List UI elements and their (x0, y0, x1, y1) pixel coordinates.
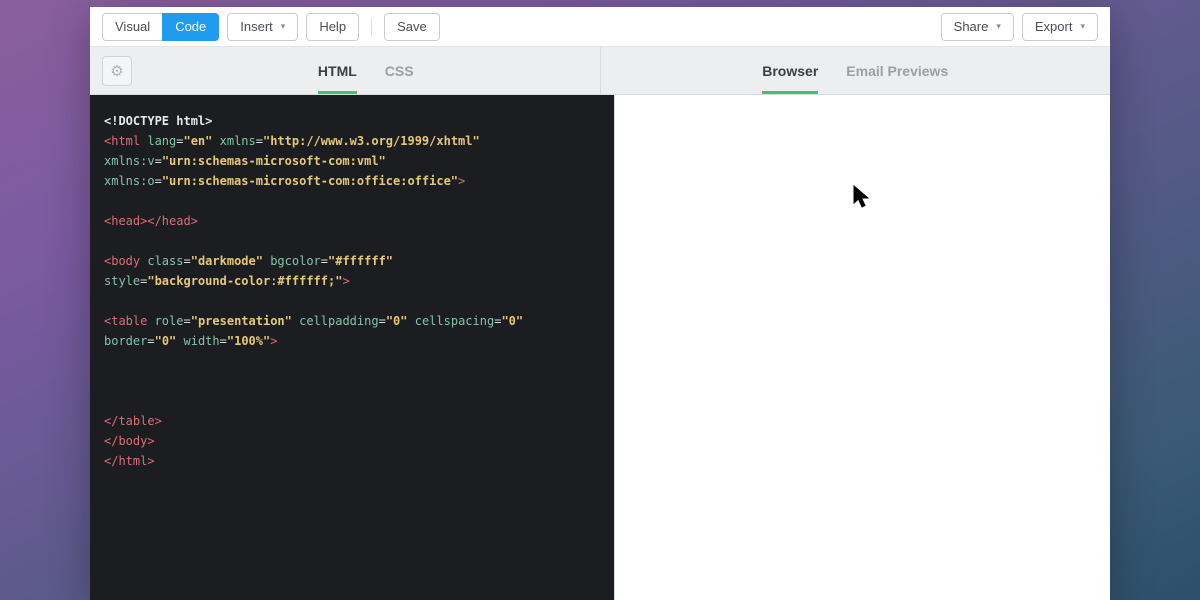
eq-token: = (147, 334, 154, 348)
attr-token: class (140, 254, 183, 268)
cursor-pointer-icon (853, 185, 871, 215)
eq-token: = (183, 314, 190, 328)
code-line: </table> (104, 411, 524, 431)
app-window: Visual Code Insert ▾ Help Save Share ▾ E… (90, 7, 1110, 600)
tag-token: </head> (147, 214, 198, 228)
settings-button[interactable]: ⚙ (102, 56, 132, 86)
val-token: "presentation" (191, 314, 292, 328)
attr-token: bgcolor (263, 254, 321, 268)
subheader-left: ⚙ HTML CSS (90, 47, 601, 94)
code-editor[interactable]: <!DOCTYPE html> <html lang="en" xmlns="h… (90, 95, 615, 600)
tag-token: <table (104, 314, 147, 328)
eq-token: = (379, 314, 386, 328)
val-token: "urn:schemas-microsoft-com:office:office… (162, 174, 458, 188)
attr-token: cellspacing (408, 314, 495, 328)
val-token: #ffffff;" (277, 274, 342, 288)
val-token: "urn:schemas-microsoft-com:vml" (162, 154, 386, 168)
code-line: <table role="presentation" cellpadding="… (104, 311, 524, 351)
toolbar-divider (371, 18, 372, 36)
chevron-down-icon: ▾ (996, 21, 1001, 32)
code-button[interactable]: Code (162, 13, 219, 41)
tag-token: > (342, 274, 349, 288)
export-label: Export (1035, 19, 1073, 34)
eq-token: = (155, 174, 162, 188)
chevron-down-icon: ▾ (281, 21, 286, 32)
blank-line (104, 351, 600, 371)
help-button[interactable]: Help (306, 13, 359, 41)
tab-email-previews[interactable]: Email Previews (846, 47, 948, 94)
code-line: <body class="darkmode" bgcolor="#ffffff"… (104, 251, 524, 291)
share-label: Share (954, 19, 989, 34)
val-token: "0" (155, 334, 177, 348)
tag-token: > (270, 334, 277, 348)
tab-browser[interactable]: Browser (762, 47, 818, 94)
tag-token: <head> (104, 214, 147, 228)
blank-line (104, 371, 600, 391)
insert-button[interactable]: Insert ▾ (227, 13, 298, 41)
code-line: <html lang="en" xmlns="http://www.w3.org… (104, 131, 524, 191)
val-token: "#ffffff" (328, 254, 393, 268)
val-token: "en" (183, 134, 212, 148)
code-line: </body> (104, 431, 524, 451)
blank-line (104, 291, 600, 311)
blank-line (104, 391, 600, 411)
eq-token: = (256, 134, 263, 148)
code-line: <!DOCTYPE html> (104, 111, 524, 131)
val-token: "darkmode" (191, 254, 263, 268)
gear-icon: ⚙ (110, 62, 123, 80)
tag-token: > (458, 174, 465, 188)
tag-token: </html> (104, 454, 155, 468)
chevron-down-icon: ▾ (1080, 21, 1085, 32)
eq-token: = (321, 254, 328, 268)
view-mode-group: Visual Code (102, 13, 219, 41)
main-toolbar: Visual Code Insert ▾ Help Save Share ▾ E… (90, 7, 1110, 47)
val-token: "0" (386, 314, 408, 328)
tag-token: </table> (104, 414, 162, 428)
val-token: "http://www.w3.org/1999/xhtml" (263, 134, 480, 148)
preview-pane (615, 95, 1111, 600)
subheader-right: Browser Email Previews (601, 47, 1111, 94)
tag-token: <html (104, 134, 140, 148)
eq-token: = (183, 254, 190, 268)
tab-css[interactable]: CSS (385, 47, 414, 94)
eq-token: = (155, 154, 162, 168)
attr-token: cellpadding (292, 314, 379, 328)
attr-token: role (147, 314, 183, 328)
share-button[interactable]: Share ▾ (941, 13, 1014, 41)
blank-line (104, 231, 600, 251)
val-token: "100%" (227, 334, 270, 348)
val-token: "0" (501, 314, 523, 328)
visual-button[interactable]: Visual (102, 13, 162, 41)
doctype-token: <!DOCTYPE html> (104, 114, 212, 128)
insert-label: Insert (240, 19, 273, 34)
tag-token: <body (104, 254, 140, 268)
code-line: <head></head> (104, 211, 524, 231)
subheader: ⚙ HTML CSS Browser Email Previews (90, 47, 1110, 95)
val-token: "background-color (147, 274, 270, 288)
tab-html[interactable]: HTML (318, 47, 357, 94)
save-button[interactable]: Save (384, 13, 440, 41)
code-line: </html> (104, 451, 524, 471)
attr-token: xmlns (212, 134, 255, 148)
code-tabs: HTML CSS (132, 47, 600, 94)
attr-token: width (176, 334, 219, 348)
blank-line (104, 191, 600, 211)
tag-token: </body> (104, 434, 155, 448)
preview-tabs: Browser Email Previews (601, 47, 1111, 94)
export-button[interactable]: Export ▾ (1022, 13, 1098, 41)
content-area: <!DOCTYPE html> <html lang="en" xmlns="h… (90, 95, 1110, 600)
eq-token: = (220, 334, 227, 348)
attr-token: lang (140, 134, 176, 148)
